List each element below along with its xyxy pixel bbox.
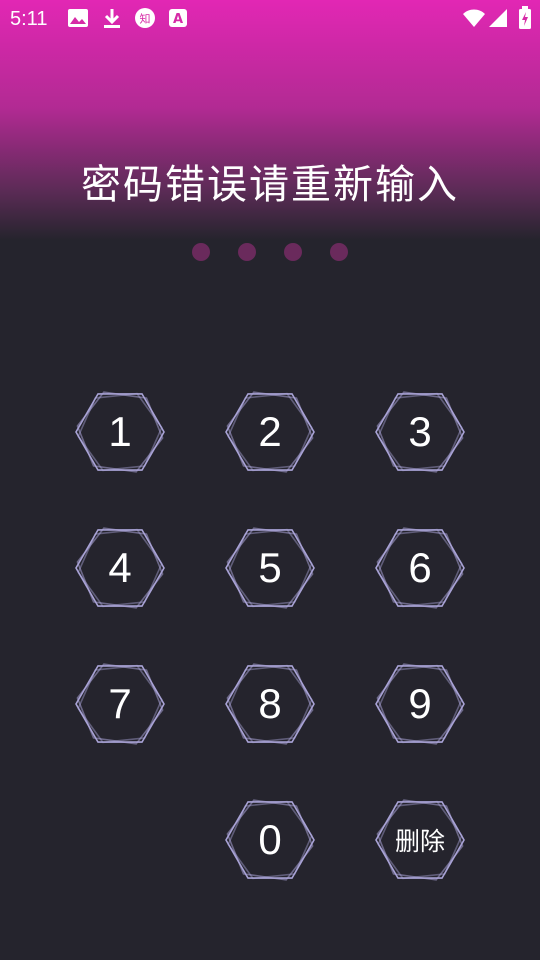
wifi-icon bbox=[462, 6, 486, 30]
key-2[interactable]: 2 bbox=[220, 382, 320, 482]
status-bar: 5:11 知 A bbox=[0, 0, 540, 36]
battery-charging-icon bbox=[513, 6, 537, 30]
a-app-icon: A bbox=[166, 6, 190, 30]
status-time: 5:11 bbox=[10, 8, 48, 30]
key-0[interactable]: 0 bbox=[220, 790, 320, 890]
download-icon bbox=[100, 6, 124, 30]
key-6[interactable]: 6 bbox=[370, 518, 470, 618]
key-label: 2 bbox=[258, 408, 282, 455]
delete-label: 删除 bbox=[394, 828, 445, 856]
key-9[interactable]: 9 bbox=[370, 654, 470, 754]
svg-text:知: 知 bbox=[140, 12, 151, 26]
signal-icon bbox=[486, 6, 510, 30]
pin-indicator bbox=[192, 243, 352, 263]
key-3[interactable]: 3 bbox=[370, 382, 470, 482]
key-label: 0 bbox=[258, 816, 282, 863]
key-7[interactable]: 7 bbox=[70, 654, 170, 754]
key-label: 6 bbox=[408, 544, 432, 591]
page-title: 密码错误请重新输入 bbox=[81, 163, 459, 207]
key-label: 7 bbox=[108, 680, 132, 727]
key-1[interactable]: 1 bbox=[70, 382, 170, 482]
key-5[interactable]: 5 bbox=[220, 518, 320, 618]
pin-dot bbox=[284, 243, 302, 261]
key-label: 9 bbox=[408, 680, 432, 727]
key-label: 8 bbox=[258, 680, 282, 727]
key-label: 1 bbox=[108, 408, 132, 455]
pin-dot bbox=[330, 243, 348, 261]
delete-button[interactable]: 删除 bbox=[370, 790, 470, 890]
pin-dot bbox=[192, 243, 210, 261]
key-8[interactable]: 8 bbox=[220, 654, 320, 754]
svg-text:A: A bbox=[173, 12, 183, 27]
key-label: 4 bbox=[108, 544, 132, 591]
key-label: 3 bbox=[408, 408, 432, 455]
image-icon bbox=[66, 6, 90, 30]
key-4[interactable]: 4 bbox=[70, 518, 170, 618]
zhihu-icon: 知 bbox=[133, 6, 157, 30]
key-label: 5 bbox=[258, 544, 282, 591]
pin-dot bbox=[238, 243, 256, 261]
